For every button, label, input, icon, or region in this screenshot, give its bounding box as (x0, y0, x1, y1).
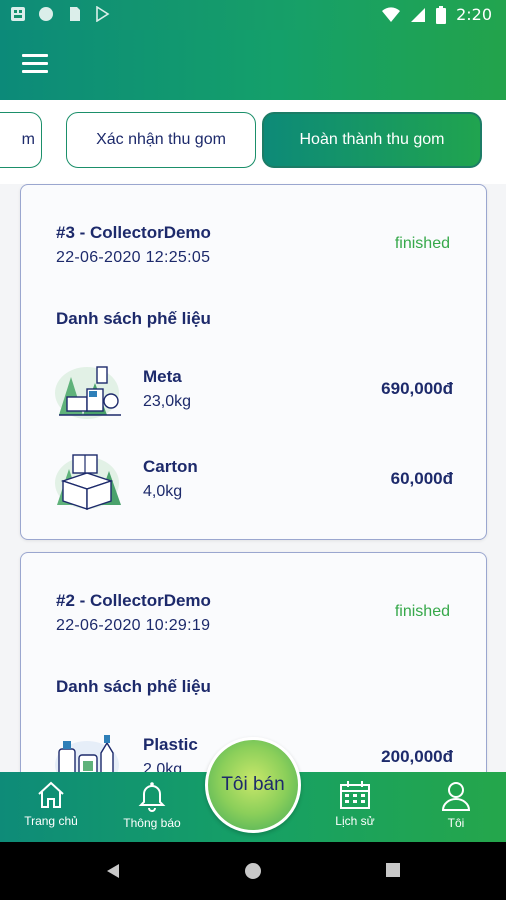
home-circle-icon[interactable] (244, 862, 262, 880)
tab-label: m (21, 131, 35, 148)
tab-label: Hoàn thành thu gom (299, 131, 445, 148)
signal-icon (411, 7, 426, 22)
tab-label: Xác nhận thu gom (96, 131, 226, 148)
status-badge: finished (394, 603, 450, 620)
order-id: #2 - CollectorDemo (56, 591, 211, 610)
bell-icon (138, 782, 166, 812)
nav-notifications-label: Thông báo (123, 816, 181, 830)
nav-history[interactable]: Lịch sử (315, 780, 395, 828)
order-id: #3 - CollectorDemo (56, 223, 211, 242)
nav-profile[interactable]: Tôi (416, 780, 496, 830)
order-time: 22-06-2020 10:29:19 (56, 617, 211, 634)
system-navigation-bar (0, 842, 506, 900)
status-badge: finished (394, 235, 450, 252)
user-icon (441, 782, 471, 811)
list-item: Carton 4,0kg 60,000đ (53, 447, 453, 517)
home-icon (38, 781, 64, 808)
back-icon[interactable] (104, 862, 122, 880)
scrap-list-title: Danh sách phế liệu (56, 309, 211, 328)
nav-home-label: Trang chủ (24, 814, 78, 828)
order-time: 22-06-2020 12:25:05 (56, 249, 211, 266)
carton-box-icon (55, 454, 121, 510)
recents-icon[interactable] (385, 862, 401, 878)
item-weight: 23,0kg (143, 393, 192, 410)
calendar-icon (340, 781, 370, 809)
sell-button-label: Tôi bán (221, 774, 285, 795)
play-store-icon (96, 6, 110, 22)
app-bar (0, 30, 506, 100)
status-tabs: m Xác nhận thu gom Hoàn thành thu gom (0, 100, 506, 184)
item-weight: 4,0kg (143, 483, 183, 500)
item-name: Plastic (143, 735, 198, 754)
item-price: 60,000đ (390, 469, 453, 488)
status-time: 2:20 (456, 5, 492, 24)
hamburger-menu-icon[interactable] (22, 54, 48, 76)
notification-icon (11, 7, 25, 21)
item-price: 690,000đ (381, 379, 453, 398)
battery-icon (436, 5, 447, 24)
status-right-icons: 2:20 (382, 5, 492, 24)
item-name: Meta (143, 367, 182, 386)
scrap-list-title: Danh sách phế liệu (56, 677, 211, 696)
tab-collection-completed[interactable]: Hoàn thành thu gom (262, 112, 482, 168)
nav-history-label: Lịch sử (335, 814, 375, 828)
tab-partial[interactable]: m (0, 112, 42, 168)
status-bar: 2:20 (0, 0, 506, 30)
circle-icon (39, 7, 53, 21)
sell-button[interactable]: Tôi bán (205, 737, 301, 833)
item-price: 200,000đ (381, 747, 453, 766)
nav-notifications[interactable]: Thông báo (112, 780, 192, 830)
list-item: Meta 23,0kg 690,000đ (53, 357, 453, 427)
tab-confirm-collection[interactable]: Xác nhận thu gom (66, 112, 256, 168)
nav-home[interactable]: Trang chủ (11, 780, 91, 828)
sd-card-icon (70, 7, 80, 21)
nav-profile-label: Tôi (447, 816, 465, 830)
order-card[interactable]: #3 - CollectorDemo 22-06-2020 12:25:05 f… (20, 184, 487, 540)
item-name: Carton (143, 457, 198, 476)
status-left-icons (10, 6, 110, 22)
metal-scrap-icon (55, 366, 121, 419)
wifi-icon (382, 6, 401, 22)
